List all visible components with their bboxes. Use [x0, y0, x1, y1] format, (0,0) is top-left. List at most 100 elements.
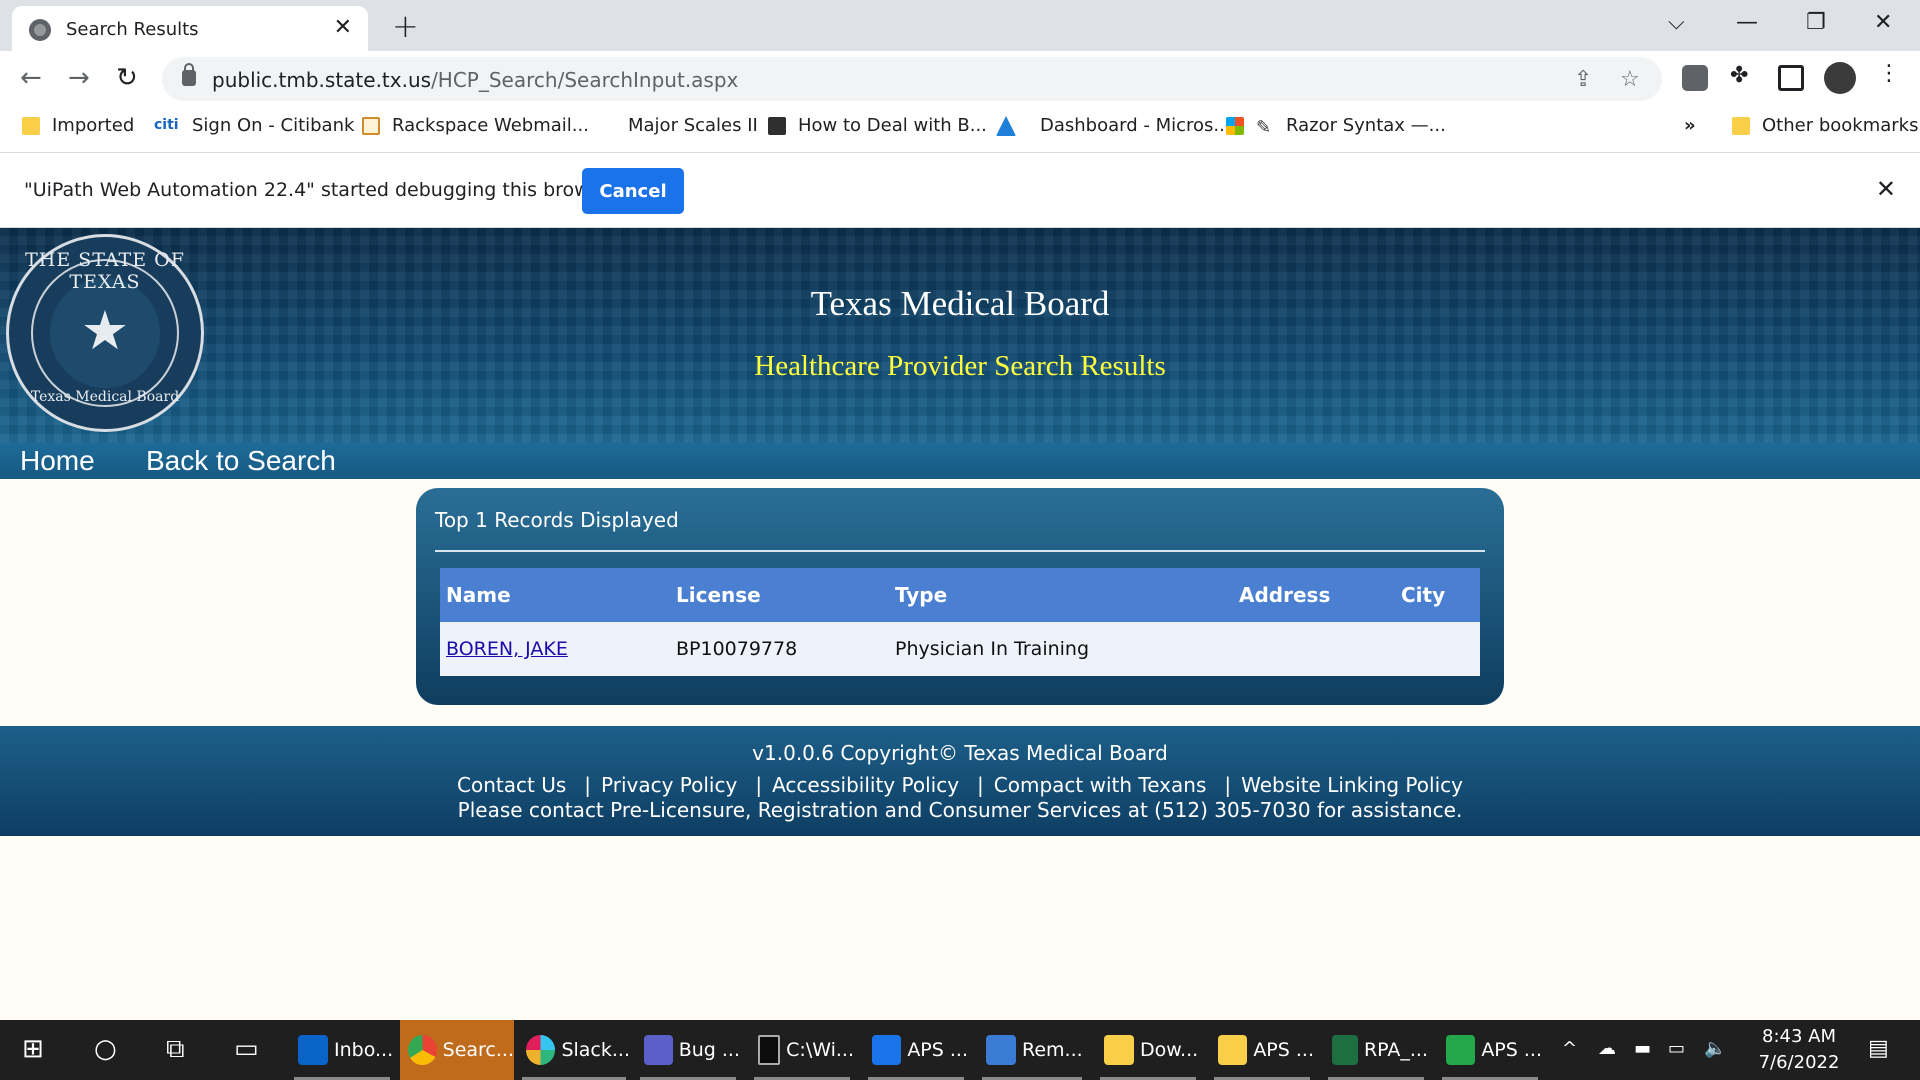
bookmark-star-icon[interactable]: ☆ — [1620, 67, 1640, 92]
folder-icon — [22, 116, 40, 135]
site-header: THE STATE OF TEXAS ★ Texas Medical Board… — [0, 228, 1920, 443]
extension-uipath-icon[interactable] — [1682, 65, 1708, 91]
cell-license: BP10079778 — [670, 622, 889, 676]
cell-address — [1233, 622, 1395, 676]
column-header-city[interactable]: City — [1395, 568, 1480, 622]
taskbar-item-excel[interactable]: RPA_... — [1324, 1020, 1428, 1080]
slack-icon — [526, 1035, 556, 1065]
close-infobar-icon[interactable]: ✕ — [1876, 175, 1896, 203]
footer-link-contact-us[interactable]: Contact Us — [457, 773, 566, 797]
globe-icon — [29, 19, 51, 41]
bookmarks-bar: Imported citi Sign On - Citibank Rackspac… — [0, 107, 1920, 153]
footer-links: Contact Us | Privacy Policy | Accessibility … — [457, 773, 1463, 797]
folder-icon — [1732, 116, 1750, 135]
browser-tab[interactable]: Search Results ✕ — [12, 6, 368, 51]
browser-tab-strip: Search Results ✕ + ⌵ — ❐ ✕ — [0, 0, 1920, 51]
notifications-icon[interactable]: ▤ — [1868, 1036, 1889, 1061]
aps-app-icon — [872, 1035, 902, 1065]
taskbar-item-aps-folder[interactable]: APS ... — [1210, 1020, 1314, 1080]
minimize-icon[interactable]: — — [1736, 10, 1758, 35]
column-header-name[interactable]: Name — [440, 568, 670, 622]
bookmarks-overflow-icon[interactable]: » — [1684, 115, 1696, 136]
network-icon[interactable]: ▭ — [1668, 1038, 1685, 1059]
reload-icon[interactable]: ↻ — [116, 63, 138, 93]
azure-icon — [996, 115, 1016, 136]
footer-link-website-linking-policy[interactable]: Website Linking Policy — [1241, 773, 1463, 797]
more-menu-icon[interactable]: ⋮ — [1878, 61, 1900, 86]
desktop-app-icon[interactable]: ▭ — [234, 1034, 259, 1064]
other-bookmarks[interactable]: Other bookmarks — [1732, 115, 1918, 136]
folder-icon — [1218, 1035, 1248, 1065]
taskbar-item-teams[interactable]: Bug ... — [636, 1020, 740, 1080]
bookmark-imported[interactable]: Imported — [22, 115, 134, 136]
nav-back-to-search-link[interactable]: Back to Search — [146, 445, 336, 477]
bookmark-major-scales[interactable]: Major Scales II — [628, 115, 758, 136]
nav-home-link[interactable]: Home — [20, 445, 95, 477]
taskbar-clock[interactable]: 8:43 AM 7/6/2022 — [1744, 1024, 1854, 1076]
mail-icon — [362, 116, 380, 135]
site-footer: v1.0.0.6 Copyright© Texas Medical Board … — [0, 726, 1920, 836]
taskbar-item-slack[interactable]: Slack... — [518, 1020, 630, 1080]
footer-link-compact-with-texans[interactable]: Compact with Texans — [994, 773, 1207, 797]
close-tab-icon[interactable]: ✕ — [334, 15, 352, 40]
excel-icon — [1332, 1035, 1358, 1065]
bookmark-how-to-deal[interactable]: How to Deal with B... — [768, 115, 987, 136]
forward-arrow-icon[interactable]: → — [68, 63, 90, 93]
search-circle-icon[interactable]: ○ — [94, 1034, 117, 1064]
url-text[interactable]: public.tmb.state.tx.us/HCP_Search/Search… — [212, 68, 738, 92]
tab-search-chevron-icon[interactable]: ⌵ — [1668, 10, 1685, 35]
taskbar-item-cmd[interactable]: C:\Wi... — [750, 1020, 854, 1080]
citi-icon: citi — [154, 116, 179, 133]
terminal-icon — [758, 1035, 781, 1065]
page-subtitle: Healthcare Provider Search Results — [754, 350, 1166, 382]
taskbar-item-aps-1[interactable]: APS ... — [864, 1020, 968, 1080]
battery-icon[interactable]: ▬ — [1634, 1038, 1651, 1059]
volume-icon[interactable]: 🔈 — [1704, 1038, 1726, 1059]
column-header-type[interactable]: Type — [889, 568, 1233, 622]
bookmark-razor-syntax[interactable]: ✎ Razor Syntax —... — [1226, 115, 1446, 138]
taskbar-item-outlook[interactable]: Inbo... — [290, 1020, 394, 1080]
onedrive-icon[interactable]: ☁ — [1598, 1038, 1616, 1059]
address-bar[interactable]: public.tmb.state.tx.us/HCP_Search/Search… — [162, 57, 1662, 101]
tray-chevron-icon[interactable]: ^ — [1562, 1038, 1577, 1059]
bookmark-citibank[interactable]: citi Sign On - Citibank — [154, 115, 354, 136]
folder-icon — [1104, 1035, 1134, 1065]
footer-link-privacy-policy[interactable]: Privacy Policy — [601, 773, 737, 797]
footer-link-accessibility-policy[interactable]: Accessibility Policy — [772, 773, 959, 797]
puzzle-extensions-icon[interactable]: ✤ — [1730, 63, 1748, 88]
site-nav: Home Back to Search — [0, 443, 1920, 479]
bookmark-dashboard[interactable]: Dashboard - Micros... — [996, 115, 1231, 136]
taskbar-item-aps-2[interactable]: APS ... — [1438, 1020, 1542, 1080]
cancel-debugging-button[interactable]: Cancel — [582, 168, 684, 214]
pen-icon: ✎ — [1256, 116, 1272, 138]
windows-taskbar: ⊞ ○ ⧉ ▭ Inbo... Searc... Slack... Bug ..… — [0, 1020, 1920, 1080]
outlook-icon — [298, 1035, 328, 1065]
column-header-license[interactable]: License — [670, 568, 889, 622]
restore-icon[interactable]: ❐ — [1806, 10, 1826, 35]
bookmark-rackspace[interactable]: Rackspace Webmail... — [362, 115, 589, 136]
remote-desktop-icon — [986, 1035, 1016, 1065]
task-view-icon[interactable]: ⧉ — [166, 1034, 185, 1065]
cell-name: BOREN, JAKE — [440, 622, 670, 676]
column-header-address[interactable]: Address — [1233, 568, 1395, 622]
share-icon[interactable]: ⇪ — [1574, 67, 1592, 92]
lock-icon[interactable] — [182, 63, 196, 86]
profile-avatar[interactable] — [1824, 62, 1856, 94]
cell-type: Physician In Training — [889, 622, 1233, 676]
provider-name-link[interactable]: BOREN, JAKE — [446, 638, 568, 660]
back-arrow-icon[interactable]: ← — [20, 63, 42, 93]
windows-start-icon[interactable]: ⊞ — [22, 1034, 44, 1064]
taskbar-item-chrome[interactable]: Searc... — [400, 1020, 514, 1080]
taskbar-item-downloads[interactable]: Dow... — [1096, 1020, 1200, 1080]
debugging-message: "UiPath Web Automation 22.4" started deb… — [24, 179, 620, 201]
window-close-icon[interactable]: ✕ — [1874, 10, 1892, 35]
cell-city — [1395, 622, 1480, 676]
side-panel-icon[interactable] — [1778, 65, 1804, 91]
new-tab-icon[interactable]: + — [392, 7, 419, 45]
table-header-row: Name License Type Address City — [440, 568, 1480, 622]
results-table: Name License Type Address City BOREN, JA… — [440, 568, 1480, 676]
book-icon — [768, 116, 786, 135]
taskbar-item-remote[interactable]: Rem... — [978, 1020, 1086, 1080]
microsoft-icon — [1226, 116, 1244, 135]
table-row: BOREN, JAKE BP10079778 Physician In Trai… — [440, 622, 1480, 676]
